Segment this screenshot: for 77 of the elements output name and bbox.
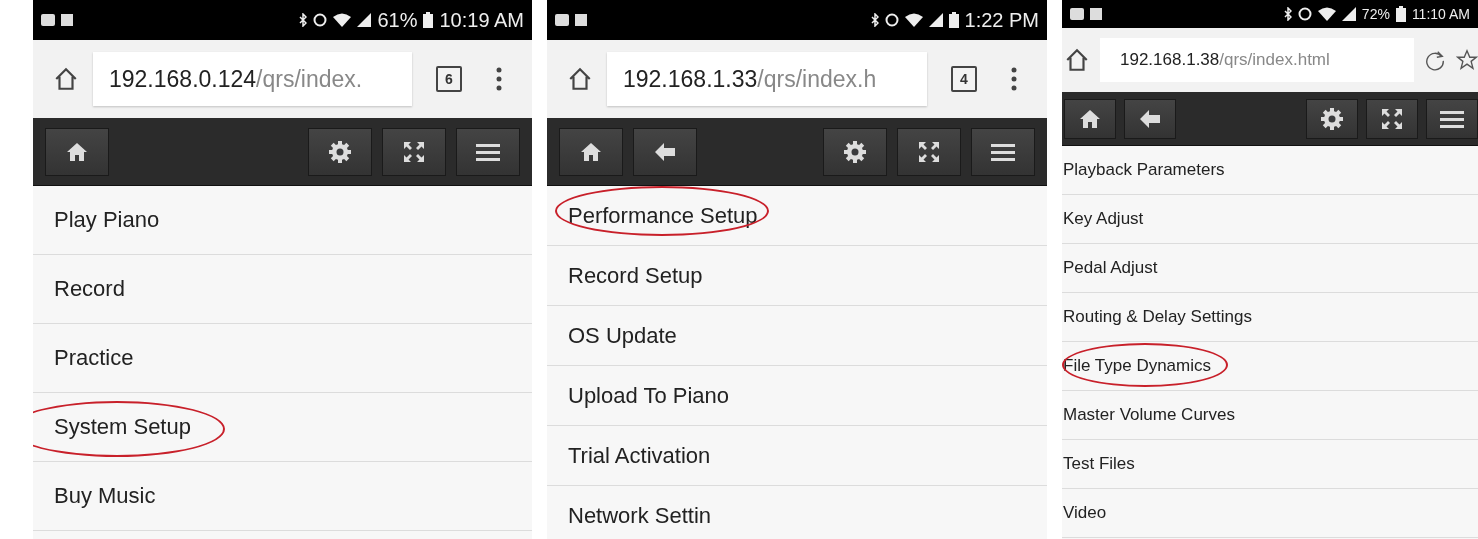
menu-item[interactable]: Routing & Delay Settings xyxy=(1063,307,1252,327)
wifi-icon xyxy=(904,13,923,27)
notification-icon xyxy=(41,14,55,26)
menu-item[interactable]: Video xyxy=(1063,503,1107,523)
battery-icon xyxy=(423,12,434,28)
fullscreen-button[interactable] xyxy=(1366,98,1418,139)
star-icon[interactable] xyxy=(1456,49,1478,71)
fullscreen-icon xyxy=(1380,106,1404,131)
alarm-icon xyxy=(313,13,328,27)
bluetooth-icon xyxy=(870,13,879,27)
bluetooth-icon xyxy=(1283,7,1292,21)
menu-item[interactable]: Record Setup xyxy=(568,262,703,289)
settings-button[interactable] xyxy=(308,127,372,176)
menu-button[interactable] xyxy=(971,127,1035,176)
clock-time: 10:19 AM xyxy=(439,8,524,32)
settings-icon xyxy=(843,139,867,164)
home-icon[interactable] xyxy=(1064,47,1090,73)
menu-button[interactable] xyxy=(456,127,520,176)
wifi-icon xyxy=(1317,7,1336,21)
reload-icon[interactable] xyxy=(1424,49,1446,71)
settings-icon xyxy=(1320,106,1344,131)
menu-item[interactable]: Network Settin xyxy=(568,502,712,529)
home-icon[interactable] xyxy=(53,66,79,92)
alarm-icon xyxy=(884,13,899,27)
settings-icon xyxy=(328,139,352,164)
fullscreen-icon xyxy=(402,139,426,164)
menu-item[interactable]: Master Volume Curves xyxy=(1063,405,1235,425)
menu-item[interactable]: Test Files xyxy=(1063,454,1135,474)
address-field[interactable]: 192.168.1.33/qrs/index.h xyxy=(607,52,927,106)
battery-icon xyxy=(948,12,959,28)
menu-item[interactable]: File Type Dynamics xyxy=(1063,356,1211,376)
notification-icon xyxy=(1090,8,1102,20)
home-icon[interactable] xyxy=(567,66,593,92)
battery-percent: 72% xyxy=(1361,6,1390,22)
alarm-icon xyxy=(1297,7,1312,21)
notification-icon xyxy=(1070,8,1084,20)
menu-item[interactable]: Upload To Piano xyxy=(568,382,730,409)
fullscreen-button[interactable] xyxy=(897,127,961,176)
menu-item[interactable]: Playback Parameters xyxy=(1063,160,1225,180)
signal-icon xyxy=(1341,7,1356,21)
home-button[interactable] xyxy=(1064,98,1116,139)
menu-item[interactable]: OS Update xyxy=(568,322,677,349)
menu-item[interactable]: Record xyxy=(54,276,125,302)
menu-item[interactable]: System Setup xyxy=(54,414,191,440)
battery-icon xyxy=(1395,6,1406,22)
battery-percent: 61% xyxy=(377,8,418,32)
notification-icon xyxy=(575,14,587,26)
bluetooth-icon xyxy=(299,13,308,27)
menu-item[interactable]: Performance Setup xyxy=(568,202,758,229)
fullscreen-button[interactable] xyxy=(382,127,446,176)
address-field[interactable]: 192.168.0.124/qrs/index. xyxy=(93,52,412,106)
more-menu-icon[interactable] xyxy=(496,67,502,91)
wifi-icon xyxy=(333,13,352,27)
more-menu-icon[interactable] xyxy=(1011,67,1017,91)
menu-item[interactable]: Buy Music xyxy=(54,483,156,509)
notification-icon xyxy=(61,14,73,26)
clock-time: 1:22 PM xyxy=(964,8,1039,32)
notification-icon xyxy=(555,14,569,26)
menu-item[interactable]: Play Piano xyxy=(54,207,160,233)
menu-item[interactable]: Key Adjust xyxy=(1063,209,1144,229)
signal-icon xyxy=(357,13,372,27)
menu-item[interactable]: Pedal Adjust xyxy=(1063,258,1158,278)
menu-button[interactable] xyxy=(1426,98,1478,139)
back-button[interactable] xyxy=(633,127,697,176)
settings-button[interactable] xyxy=(1306,98,1358,139)
home-button[interactable] xyxy=(45,127,109,176)
home-button[interactable] xyxy=(559,127,623,176)
signal-icon xyxy=(928,13,943,27)
tab-count-button[interactable]: 4 xyxy=(951,66,977,92)
address-field[interactable]: 192.168.1.38/qrs/index.html xyxy=(1100,38,1414,82)
menu-item[interactable]: Practice xyxy=(54,345,134,371)
clock-time: 11:10 AM xyxy=(1411,6,1470,22)
fullscreen-icon xyxy=(917,139,941,164)
back-button[interactable] xyxy=(1124,98,1176,139)
tab-count-button[interactable]: 6 xyxy=(436,66,462,92)
settings-button[interactable] xyxy=(823,127,887,176)
menu-item[interactable]: Trial Activation xyxy=(568,442,711,469)
